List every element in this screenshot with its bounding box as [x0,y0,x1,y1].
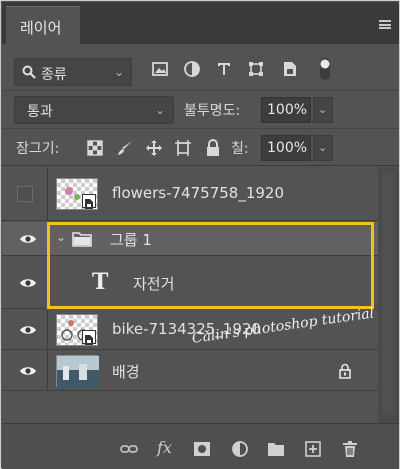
layer-name[interactable]: 배경 [112,361,140,382]
lock-row: 잠그기: 칠: 100% ⌄ [2,130,399,166]
street-scene-thumbnail-icon [57,356,99,388]
blend-row: 통과 ⌄ 불투명도: 100% ⌄ [2,91,399,129]
lock-image-icon[interactable] [116,139,134,157]
lock-artboard-icon[interactable] [174,139,192,157]
opacity-dropdown-button[interactable]: ⌄ [313,97,333,123]
panel-menu-icon[interactable] [379,20,391,29]
tab-layers-label: 레이어 [20,19,62,37]
add-mask-icon[interactable] [193,440,211,458]
eye-icon[interactable] [19,277,37,289]
layer-row-background[interactable]: 배경 [2,351,378,391]
layer-row-flowers[interactable]: flowers-7475758_1920 [2,167,378,221]
visibility-column [2,310,48,349]
smart-object-filter-icon[interactable] [281,60,299,78]
pixel-filter-icon[interactable] [151,60,169,78]
search-icon [22,65,36,79]
fill-dropdown-button[interactable]: ⌄ [313,135,333,161]
adjustment-filter-icon[interactable] [183,60,201,78]
lock-transparent-icon[interactable] [86,139,104,157]
fill-input[interactable]: 100% [261,135,311,161]
eye-icon[interactable] [19,324,37,336]
link-layers-icon[interactable] [120,440,138,458]
bottom-toolbar: fx [2,423,399,469]
layer-thumbnail[interactable] [56,314,98,346]
lock-all-icon[interactable] [204,139,222,157]
blend-mode-select[interactable]: 통과 ⌄ [14,96,174,124]
layers-panel: 레이어 종류 ⌄ 통과 ⌄ 불투명도: 100% ⌄ 잠그기: 칠: 100% … [0,0,400,469]
fill-value: 100% [267,140,308,156]
lock-position-icon[interactable] [145,139,163,157]
filter-toggle-icon[interactable] [318,57,332,81]
blend-mode-value: 통과 [27,104,53,120]
filter-row: 종류 ⌄ [2,51,399,91]
highlight-box [47,222,374,309]
new-group-icon[interactable] [267,440,285,458]
opacity-value: 100% [267,102,308,118]
eye-icon[interactable] [19,365,37,377]
chevron-down-icon: ⌄ [154,103,165,117]
fill-label: 칠: [231,141,249,157]
lock-label: 잠그기: [16,141,60,157]
chevron-down-icon: ⌄ [318,103,328,116]
panel-tab-bar: 레이어 [2,2,399,44]
lock-icon [339,363,351,379]
type-filter-icon[interactable] [215,60,233,78]
visibility-column [2,222,48,255]
visibility-column [2,351,48,390]
tab-layers[interactable]: 레이어 [6,6,80,44]
opacity-label: 불투명도: [184,103,241,119]
eye-icon[interactable] [19,233,37,245]
smart-object-badge-icon [82,194,96,209]
chevron-down-icon: ⌄ [113,65,124,79]
layer-thumbnail[interactable] [56,178,98,210]
chevron-down-icon: ⌄ [318,141,328,154]
opacity-input[interactable]: 100% [261,97,311,123]
adjustment-layer-icon[interactable] [231,440,249,458]
layer-thumbnail[interactable] [56,355,99,388]
filter-kind-select[interactable]: 종류 ⌄ [14,58,132,86]
filter-kind-label: 종류 [41,67,67,83]
layer-name[interactable]: flowers-7475758_1920 [112,184,284,202]
visibility-column [2,167,48,220]
visibility-toggle-off[interactable] [17,186,33,202]
shape-filter-icon[interactable] [247,60,265,78]
scrollbar-thumb[interactable] [382,173,395,413]
fx-icon[interactable]: fx [157,438,172,457]
delete-layer-icon[interactable] [341,440,359,458]
visibility-column [2,257,48,308]
new-layer-icon[interactable] [304,440,322,458]
smart-object-badge-icon [82,330,96,345]
